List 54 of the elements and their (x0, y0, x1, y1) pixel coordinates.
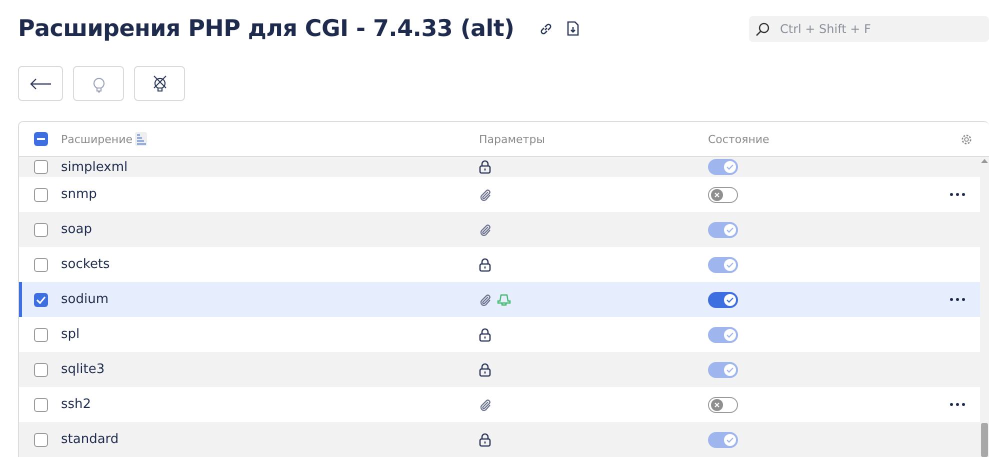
selected-table-row[interactable]: sodium (19, 282, 980, 317)
extension-name: sodium (61, 292, 108, 307)
extension-name: snmp (61, 187, 97, 202)
row-checkbox[interactable] (34, 328, 48, 342)
extension-name: spl (61, 327, 80, 342)
status-toggle[interactable] (708, 362, 738, 378)
status-toggle[interactable] (708, 292, 738, 308)
sort-icon[interactable] (134, 132, 146, 146)
status-toggle[interactable] (708, 396, 738, 412)
scrollbar[interactable] (980, 157, 989, 457)
download-document-icon[interactable] (566, 21, 580, 37)
checkmark-icon (36, 296, 46, 304)
row-checkbox[interactable] (34, 292, 48, 306)
search-input[interactable]: Ctrl + Shift + F (778, 21, 962, 37)
crossed-lightbulb-icon (152, 74, 166, 92)
arrow-left-icon (30, 78, 52, 90)
scroll-up-icon[interactable] (980, 157, 989, 165)
status-toggle[interactable] (708, 222, 738, 238)
status-toggle[interactable] (708, 186, 738, 202)
extension-name: standard (61, 432, 119, 447)
column-header: Параметры (479, 132, 545, 146)
close-icon (714, 402, 720, 408)
status-toggle[interactable] (708, 432, 738, 448)
lightbulb-off-button[interactable] (134, 66, 185, 101)
extension-name: sqlite3 (61, 362, 105, 377)
row-checkbox[interactable] (34, 258, 48, 272)
table-row[interactable]: soap (19, 212, 980, 247)
search-bar[interactable]: Ctrl + Shift + F (749, 16, 989, 42)
table-row[interactable]: sqlite3 (19, 352, 980, 387)
status-toggle[interactable] (708, 326, 738, 342)
row-checkbox[interactable] (34, 362, 48, 376)
table-row[interactable]: standard (19, 422, 980, 457)
column-header: Состояние (708, 132, 770, 146)
row-checkbox[interactable] (34, 160, 48, 174)
extension-name: ssh2 (61, 397, 92, 412)
row-checkbox[interactable] (34, 398, 48, 412)
lightbulb-button[interactable] (73, 66, 124, 101)
select-all-checkbox[interactable] (34, 132, 48, 146)
status-toggle[interactable] (708, 159, 738, 175)
close-icon (714, 192, 720, 198)
row-checkbox[interactable] (34, 222, 48, 236)
extension-name: soap (61, 222, 92, 237)
extension-name: simplexml (61, 160, 128, 174)
extension-name: sockets (61, 257, 110, 272)
minus-icon (37, 138, 45, 140)
row-checkbox[interactable] (34, 432, 48, 446)
row-checkbox[interactable] (34, 188, 48, 202)
status-toggle[interactable] (708, 256, 738, 272)
scrollbar-thumb[interactable] (981, 423, 988, 457)
search-icon (755, 22, 770, 36)
settings-icon[interactable] (961, 134, 972, 144)
back-button[interactable] (18, 66, 63, 101)
page-title: Расширения PHP для CGI - 7.4.33 (alt) (18, 16, 514, 42)
table-row[interactable]: simplexml (19, 157, 980, 177)
